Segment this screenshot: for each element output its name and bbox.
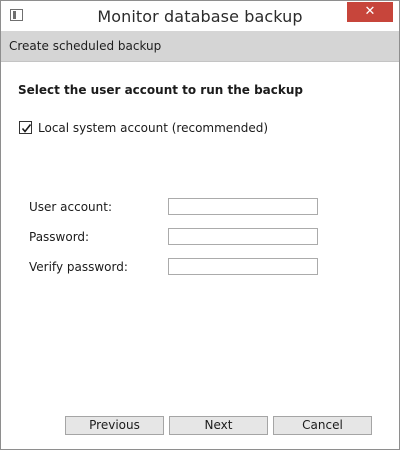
wizard-header: Create scheduled backup: [1, 31, 399, 62]
previous-button[interactable]: Previous: [65, 416, 164, 435]
verify-password-label: Verify password:: [29, 260, 128, 274]
user-account-input[interactable]: [168, 198, 318, 215]
local-system-account-checkbox[interactable]: [19, 121, 32, 134]
close-icon: ✕: [364, 4, 376, 19]
wizard-step-title: Create scheduled backup: [9, 39, 162, 53]
cancel-button[interactable]: Cancel: [273, 416, 372, 435]
password-label: Password:: [29, 230, 90, 244]
checkmark-icon: [21, 124, 32, 133]
backup-dialog-window: Monitor database backup ✕ Create schedul…: [0, 0, 400, 450]
section-title: Select the user account to run the backu…: [18, 83, 303, 97]
verify-password-input[interactable]: [168, 258, 318, 275]
close-button[interactable]: ✕: [347, 2, 393, 22]
window-title: Monitor database backup: [97, 7, 303, 26]
user-account-label: User account:: [29, 200, 113, 214]
title-bar[interactable]: Monitor database backup ✕: [0, 0, 400, 31]
next-button[interactable]: Next: [169, 416, 268, 435]
local-system-account-label[interactable]: Local system account (recommended): [38, 121, 268, 135]
password-input[interactable]: [168, 228, 318, 245]
